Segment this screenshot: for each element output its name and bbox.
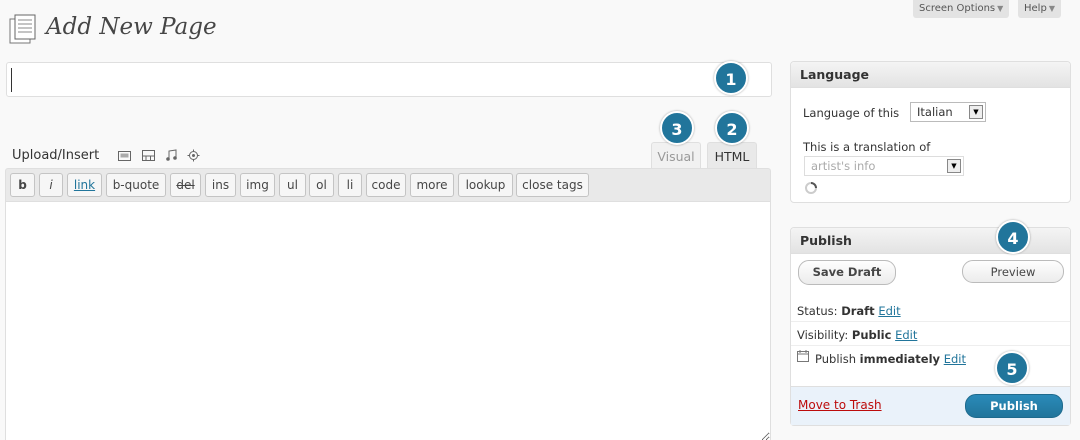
chevron-down-icon: ▼ — [969, 105, 983, 119]
quicktag-more-button[interactable]: more — [410, 173, 454, 197]
publish-schedule-value: immediately — [859, 352, 941, 366]
quicktag-img-button[interactable]: img — [240, 173, 275, 197]
publish-button[interactable]: Publish — [965, 394, 1063, 418]
publish-schedule-edit-link[interactable]: Edit — [944, 352, 966, 366]
page-title: Add New Page — [46, 14, 217, 40]
quicktag-bquote-button[interactable]: b-quote — [106, 173, 166, 197]
publish-schedule-row: Publish immediately Edit — [815, 352, 966, 366]
quicktag-ins-button[interactable]: ins — [205, 173, 236, 197]
callout-badge-4: 4 — [996, 220, 1030, 254]
language-box: Language — [790, 61, 1071, 203]
translation-select[interactable]: artist's info ▼ — [804, 156, 964, 176]
quicktag-bold-button[interactable]: b — [10, 173, 35, 197]
audio-icon[interactable] — [165, 149, 178, 162]
page-icon — [9, 14, 36, 44]
content-textarea[interactable] — [5, 202, 771, 440]
visibility-row: Visibility: Public Edit — [797, 328, 917, 342]
chevron-down-icon: ▼ — [1048, 4, 1055, 13]
chevron-down-icon: ▼ — [997, 4, 1004, 13]
quicktag-close-tags-button[interactable]: close tags — [516, 173, 589, 197]
translation-select-value: artist's info — [811, 159, 876, 173]
visibility-edit-link[interactable]: Edit — [895, 328, 917, 342]
quicktag-ul-button[interactable]: ul — [279, 173, 306, 197]
text-cursor — [11, 68, 12, 92]
visibility-label: Visibility: — [797, 328, 849, 342]
video-icon[interactable] — [142, 149, 155, 162]
quicktag-link-button[interactable]: link — [67, 173, 102, 197]
quicktag-italic-button[interactable]: i — [39, 173, 63, 197]
media-icon[interactable] — [187, 149, 200, 162]
help-label: Help — [1024, 3, 1047, 14]
status-value: Draft — [841, 304, 875, 318]
language-box-title: Language — [791, 62, 1070, 88]
quicktag-del-button[interactable]: del — [170, 173, 201, 197]
tab-visual[interactable]: Visual — [651, 142, 701, 169]
quicktag-lookup-button[interactable]: lookup — [458, 173, 513, 197]
publish-label: Publish — [815, 352, 856, 366]
language-select-value: Italian — [917, 105, 953, 119]
image-icon[interactable] — [118, 149, 131, 162]
title-input[interactable] — [6, 62, 772, 97]
chevron-down-icon: ▼ — [947, 159, 961, 173]
move-to-trash-link[interactable]: Move to Trash — [798, 398, 882, 412]
status-label: Status: — [797, 304, 838, 318]
upload-insert-label: Upload/Insert — [12, 148, 100, 163]
calendar-icon — [797, 350, 809, 362]
quicktag-code-button[interactable]: code — [366, 173, 406, 197]
save-draft-button[interactable]: Save Draft — [798, 260, 896, 285]
divider — [791, 345, 1070, 346]
language-select[interactable]: Italian ▼ — [910, 102, 986, 122]
tab-html[interactable]: HTML — [707, 142, 757, 169]
callout-badge-2: 2 — [715, 111, 749, 145]
preview-button[interactable]: Preview — [962, 260, 1064, 283]
loading-spinner-icon — [805, 182, 817, 194]
screen-options-label: Screen Options — [919, 3, 996, 14]
callout-badge-3: 3 — [660, 111, 694, 145]
callout-badge-5: 5 — [995, 351, 1029, 385]
status-edit-link[interactable]: Edit — [878, 304, 900, 318]
help-tab[interactable]: Help ▼ — [1018, 0, 1061, 18]
screen-options-tab[interactable]: Screen Options ▼ — [913, 0, 1010, 18]
language-of-this-label: Language of this — [803, 106, 900, 120]
divider — [791, 321, 1070, 322]
status-row: Status: Draft Edit — [797, 304, 901, 318]
quicktag-ol-button[interactable]: ol — [309, 173, 334, 197]
visibility-value: Public — [851, 328, 892, 342]
callout-badge-1: 1 — [714, 61, 748, 95]
translation-of-label: This is a translation of — [803, 140, 931, 154]
quicktag-li-button[interactable]: li — [338, 173, 362, 197]
